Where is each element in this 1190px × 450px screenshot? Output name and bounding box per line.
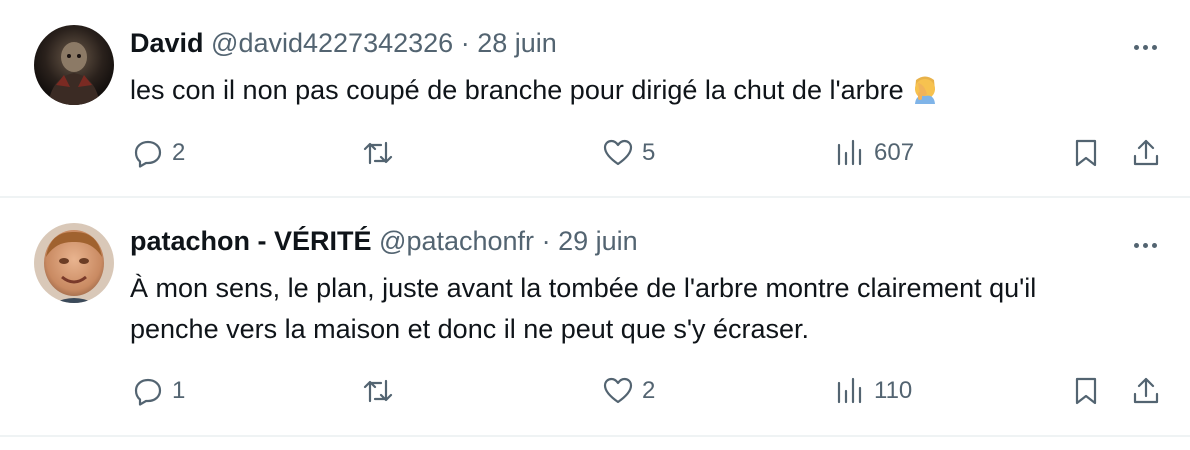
like-button[interactable]: 2 xyxy=(602,375,655,407)
like-count: 5 xyxy=(642,139,656,166)
user-handle[interactable]: @david4227342326 xyxy=(211,28,453,58)
more-icon[interactable] xyxy=(1122,230,1168,260)
views-count: 110 xyxy=(874,377,913,404)
avatar[interactable] xyxy=(34,223,114,303)
share-button[interactable] xyxy=(1130,375,1162,407)
separator-dot: · xyxy=(541,226,551,256)
tweet-text-content: les con il non pas coupé de branche pour… xyxy=(130,75,904,105)
separator-dot: · xyxy=(460,28,470,58)
more-icon[interactable] xyxy=(1122,32,1168,62)
display-name[interactable]: patachon - VÉRITÉ xyxy=(130,226,372,256)
reply-button[interactable]: 2 xyxy=(132,137,185,169)
tweet-divider xyxy=(0,435,1190,437)
views-button[interactable]: 607 xyxy=(834,137,914,169)
retweet-icon xyxy=(363,379,393,403)
tweet-header: patachon - VÉRITÉ @patachonfr · 29 juin xyxy=(130,226,638,257)
like-count: 2 xyxy=(642,377,656,404)
views-icon xyxy=(837,139,862,166)
tweet-date[interactable]: 28 juin xyxy=(477,28,557,58)
reply-icon xyxy=(134,140,162,168)
reply-count: 2 xyxy=(172,139,186,166)
tweet-text-line: À mon sens, le plan, juste avant la tomb… xyxy=(130,273,1037,303)
like-button[interactable]: 5 xyxy=(602,137,655,169)
display-name[interactable]: David xyxy=(130,28,204,58)
share-icon xyxy=(1133,377,1159,404)
share-button[interactable] xyxy=(1130,137,1162,169)
retweet-button[interactable] xyxy=(362,137,402,169)
reply-icon xyxy=(134,378,162,406)
retweet-icon xyxy=(363,141,393,165)
bookmark-icon xyxy=(1075,377,1097,405)
tweet-header: David @david4227342326 · 28 juin xyxy=(130,28,557,59)
views-count: 607 xyxy=(874,139,915,166)
avatar[interactable] xyxy=(34,25,114,105)
reply-count: 1 xyxy=(172,377,186,404)
reply-button[interactable]: 1 xyxy=(132,375,185,407)
user-handle[interactable]: @patachonfr xyxy=(379,226,534,256)
tweet-text: les con il non pas coupé de branche pour… xyxy=(130,70,1160,111)
bookmark-icon xyxy=(1075,139,1097,167)
like-icon xyxy=(603,139,633,166)
share-icon xyxy=(1133,139,1159,166)
tweet[interactable]: patachon - VÉRITÉ @patachonfr · 29 juin … xyxy=(0,198,1190,435)
views-icon xyxy=(837,377,862,404)
tweet-text-line: penche vers la maison et donc il ne peut… xyxy=(130,314,810,344)
bookmark-button[interactable] xyxy=(1070,375,1102,407)
views-button[interactable]: 110 xyxy=(834,375,912,407)
like-icon xyxy=(603,377,633,404)
face-palm-emoji-icon xyxy=(910,74,940,104)
tweet[interactable]: David @david4227342326 · 28 juin les con… xyxy=(0,0,1190,196)
retweet-button[interactable] xyxy=(362,375,402,407)
tweet-text: À mon sens, le plan, juste avant la tomb… xyxy=(130,268,1160,350)
tweet-date[interactable]: 29 juin xyxy=(558,226,638,256)
bookmark-button[interactable] xyxy=(1070,137,1102,169)
